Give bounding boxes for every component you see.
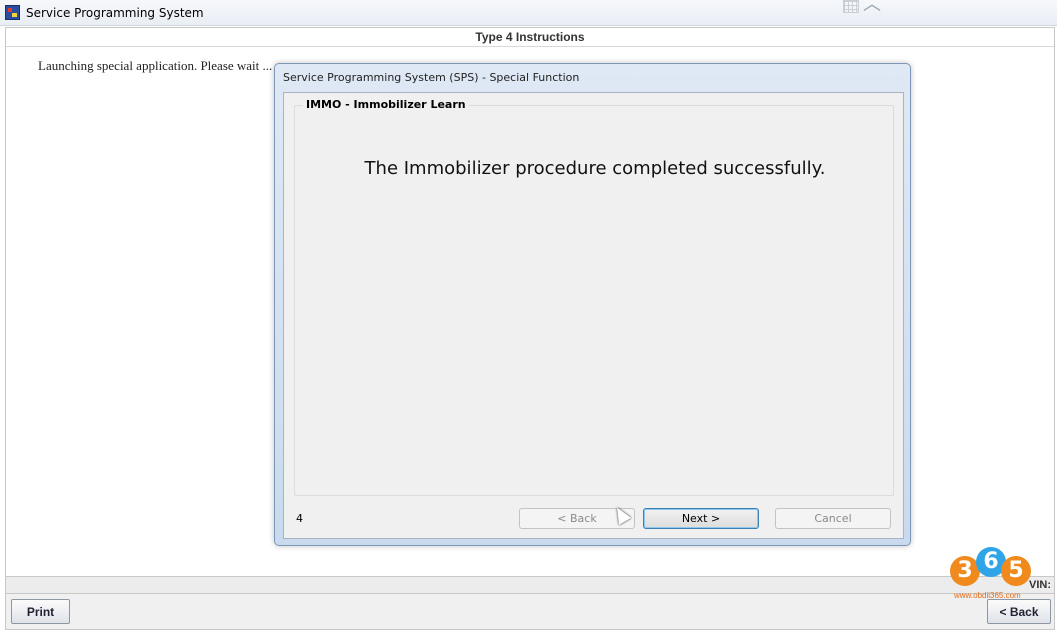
bottom-button-bar: Print < Back bbox=[5, 594, 1055, 630]
group-label: IMMO - Immobilizer Learn bbox=[303, 98, 469, 111]
app-title-bar: Service Programming System ︿ bbox=[0, 0, 1057, 26]
app-title: Service Programming System bbox=[26, 6, 204, 20]
dialog-next-button[interactable]: Next > bbox=[643, 508, 759, 529]
immo-group-box: IMMO - Immobilizer Learn The Immobilizer… bbox=[294, 98, 894, 496]
chevron-up-icon[interactable]: ︿ bbox=[861, 0, 883, 13]
dialog-cancel-button[interactable]: Cancel bbox=[775, 508, 891, 529]
special-function-dialog: Service Programming System (SPS) - Speci… bbox=[274, 63, 911, 546]
print-button[interactable]: Print bbox=[11, 599, 70, 624]
success-message: The Immobilizer procedure completed succ… bbox=[364, 158, 826, 179]
watermark-url: www.obdii365.com bbox=[954, 591, 1021, 600]
dialog-body: IMMO - Immobilizer Learn The Immobilizer… bbox=[283, 92, 904, 539]
sps-app-icon bbox=[5, 5, 20, 20]
vin-label: VIN: bbox=[1029, 579, 1051, 591]
back-button[interactable]: < Back bbox=[987, 599, 1051, 624]
dialog-title: Service Programming System (SPS) - Speci… bbox=[283, 71, 580, 84]
step-number: 4 bbox=[296, 512, 303, 525]
launch-status-text: Launching special application. Please wa… bbox=[38, 58, 273, 73]
watermark-digit: 5 bbox=[1001, 556, 1031, 586]
grid-icon[interactable] bbox=[843, 0, 859, 13]
section-header: Type 4 Instructions bbox=[6, 28, 1054, 47]
status-bar: VIN: bbox=[5, 576, 1055, 594]
